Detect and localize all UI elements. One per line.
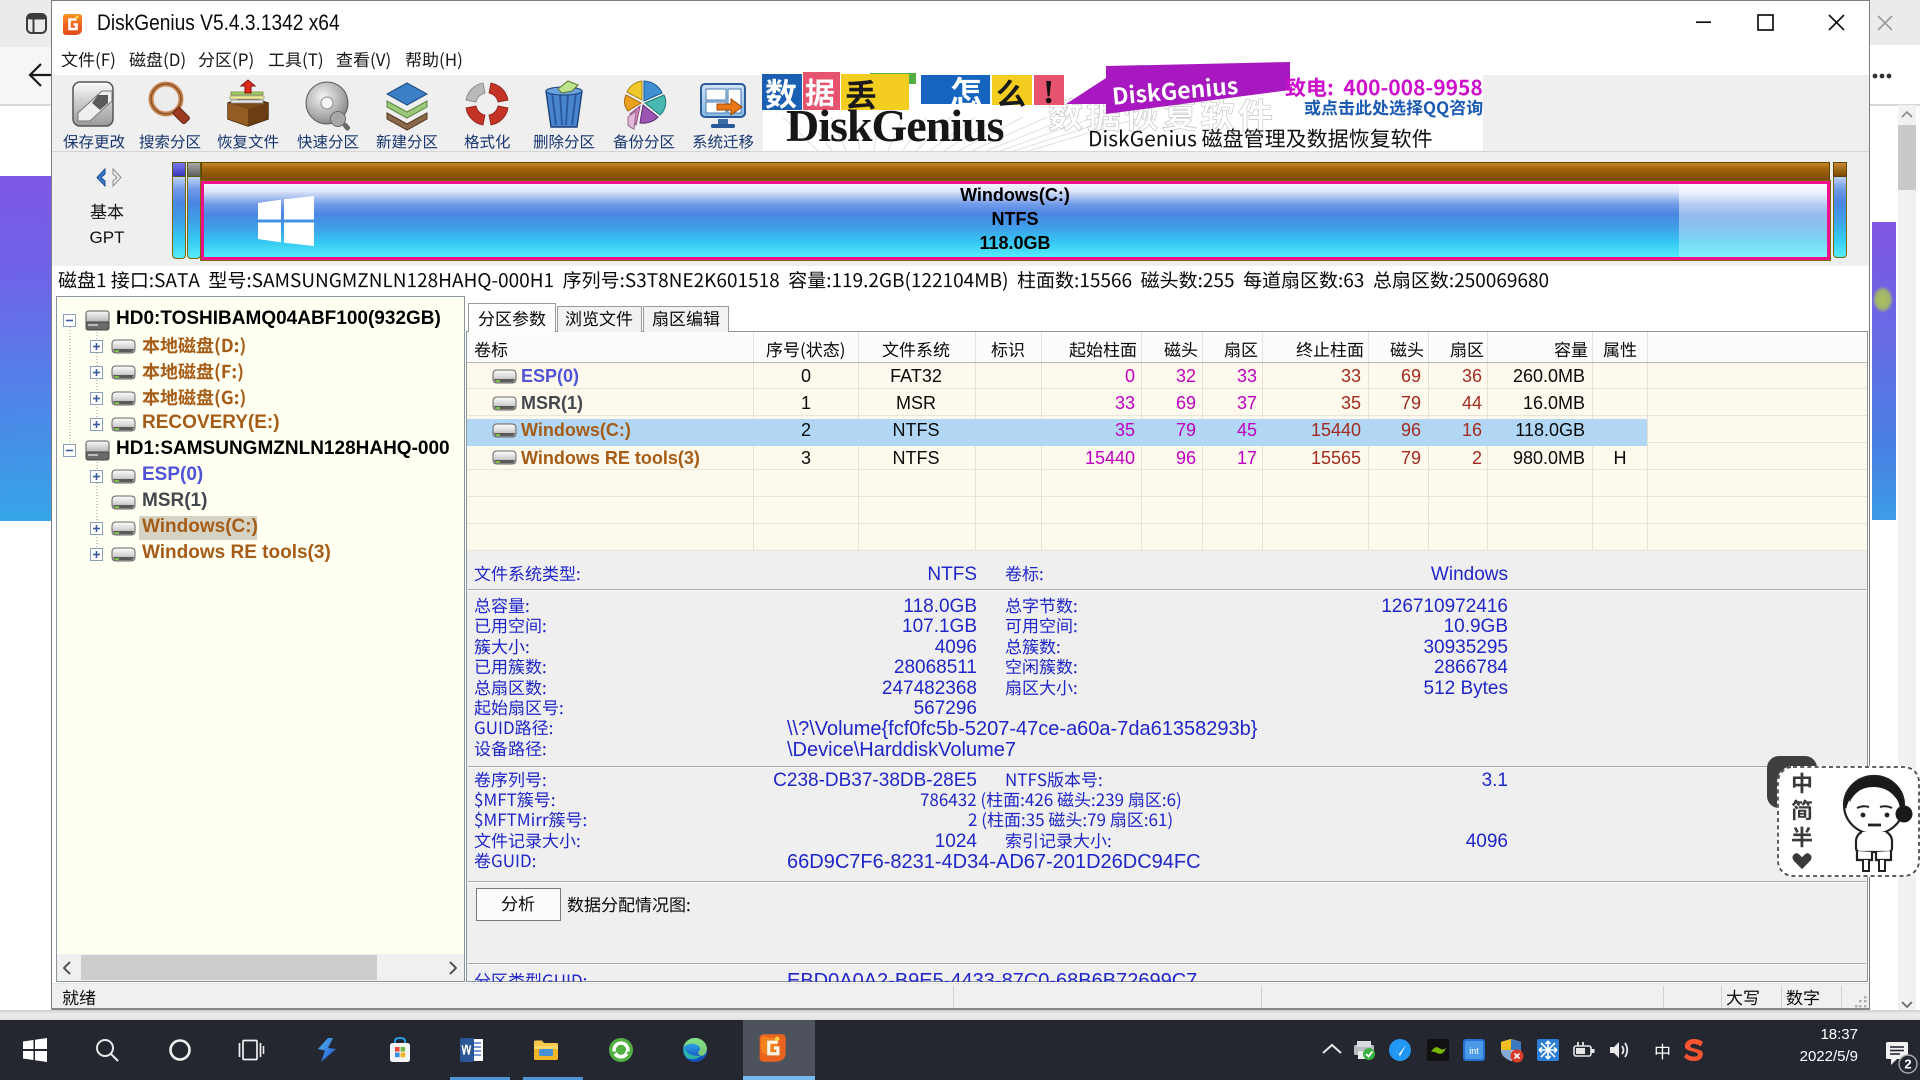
svg-text:2: 2	[1904, 1057, 1911, 1072]
svg-text:int: int	[1469, 1046, 1479, 1056]
